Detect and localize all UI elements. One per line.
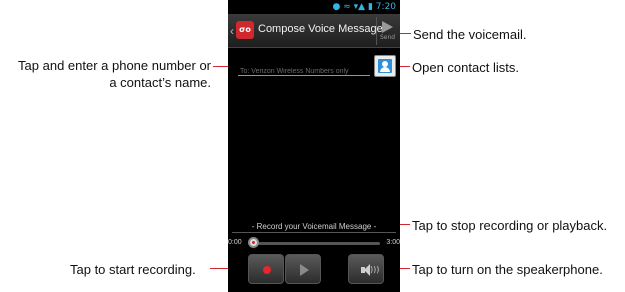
send-icon	[382, 21, 393, 33]
action-bar: ‹ σο Compose Voice Message Send	[228, 14, 400, 48]
record-icon	[263, 266, 271, 274]
speaker-button[interactable]: )))	[348, 254, 384, 284]
play-stop-button[interactable]	[285, 254, 321, 284]
contact-icon	[378, 59, 392, 73]
elapsed-time: 0:00	[228, 239, 242, 246]
divider	[232, 232, 396, 233]
callout-speaker: Tap to turn on the speakerphone.	[412, 262, 603, 277]
recipient-input[interactable]	[238, 64, 370, 79]
play-icon	[300, 264, 309, 276]
voicemail-app-icon[interactable]: σο	[236, 21, 254, 39]
send-button[interactable]: Send	[376, 17, 398, 45]
callout-open-contacts: Open contact lists.	[412, 60, 519, 75]
send-label: Send	[379, 34, 396, 41]
progress-track[interactable]	[250, 242, 380, 245]
status-time: 7:20	[375, 2, 396, 12]
callout-start: Tap to start recording.	[70, 262, 196, 277]
to-field[interactable]	[238, 60, 370, 79]
status-icons: ●​ ≈ ▾▲ ▮	[332, 2, 376, 12]
back-chevron-icon[interactable]: ‹	[230, 24, 234, 38]
callout-enter-number-2: a contact’s name.	[109, 75, 211, 90]
callout-send: Send the voicemail.	[413, 27, 527, 42]
page-title: Compose Voice Message	[258, 23, 383, 35]
progress-thumb[interactable]	[248, 237, 259, 248]
callout-enter-number-1: Tap and enter a phone number or	[18, 58, 211, 73]
record-button[interactable]	[248, 254, 284, 284]
callout-stop: Tap to stop recording or playback.	[412, 218, 608, 233]
record-label: - Record your Voicemail Message -	[251, 222, 377, 231]
status-bar: ●​ ≈ ▾▲ ▮ 7:20	[228, 0, 400, 14]
contacts-button[interactable]	[374, 55, 396, 77]
total-time: 3:00	[386, 239, 400, 246]
phone-screen: ●​ ≈ ▾▲ ▮ 7:20 ‹ σο Compose Voice Messag…	[228, 0, 400, 292]
